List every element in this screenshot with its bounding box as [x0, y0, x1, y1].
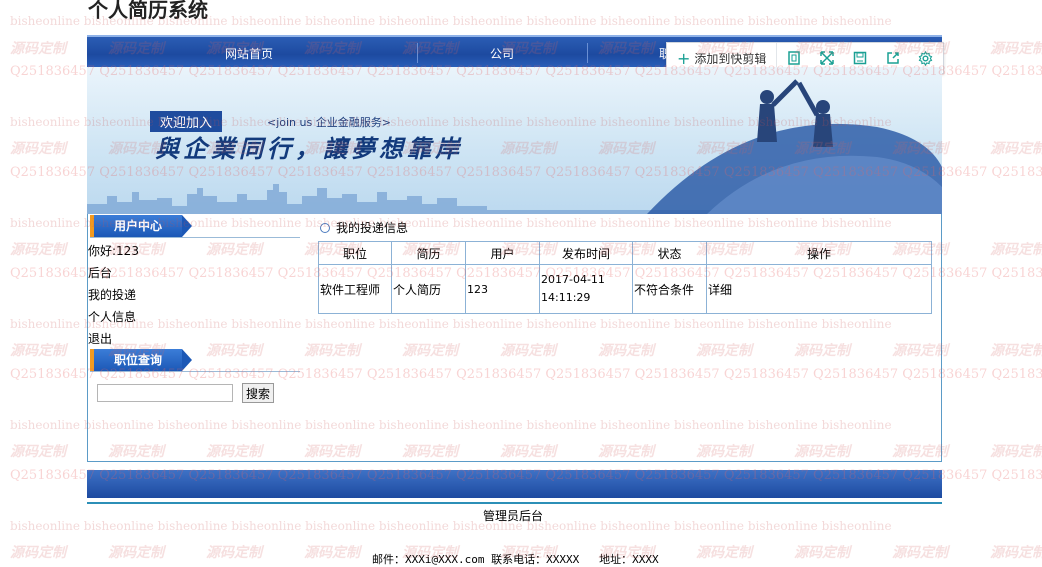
- sidebar-link-admin[interactable]: 后台: [88, 264, 112, 281]
- cell-position: 软件工程师: [318, 264, 392, 314]
- circle-bullet-icon: [320, 222, 330, 233]
- banner: 欢迎加入 <join us 企业金融服务> 與企業同行，讓夢想靠岸: [87, 67, 942, 214]
- section-title: 我的投递信息: [336, 221, 409, 235]
- section-heading: 我的投递信息: [320, 219, 408, 236]
- user-greeting: 你好:123: [88, 244, 139, 258]
- bottom-bar: [87, 470, 942, 498]
- window-icon: [788, 51, 800, 65]
- cell-actions: 详细: [706, 264, 932, 314]
- divider: [90, 237, 300, 238]
- nav-home[interactable]: 网站首页: [225, 45, 273, 62]
- plus-icon: +: [677, 48, 691, 68]
- nav-company[interactable]: 公司: [490, 45, 514, 62]
- job-search-input[interactable]: [97, 384, 233, 402]
- save-icon: [853, 51, 867, 65]
- expand-icon: [820, 51, 834, 65]
- nav-divider: [587, 43, 588, 63]
- cell-resume: 个人简历: [391, 264, 466, 314]
- publish-clock: 14:11:29: [541, 291, 591, 304]
- sidebar-link-logout[interactable]: 退出: [88, 330, 112, 347]
- add-to-clip-label: 添加到快剪辑: [694, 51, 767, 66]
- job-search-heading: 职位查询: [90, 349, 192, 371]
- page-title: 个人简历系统: [88, 0, 208, 22]
- watermark-text: bisheonline bisheonline bisheonline bish…: [10, 519, 892, 533]
- publish-date: 2017-04-11: [541, 273, 605, 286]
- search-button[interactable]: 搜索: [242, 383, 275, 403]
- cell-user: 123: [465, 264, 540, 314]
- content-area: 用户中心 你好:123 后台 我的投递 个人信息 退出 职位查询 搜索 我的投递…: [87, 214, 942, 462]
- sidebar-link-my-applications[interactable]: 我的投递: [88, 286, 136, 303]
- banner-join-subtitle: <join us 企业金融服务>: [267, 116, 391, 129]
- column-header-user: 用户: [465, 241, 540, 265]
- column-header-position: 职位: [318, 241, 392, 265]
- divider: [90, 371, 300, 372]
- column-header-actions: 操作: [706, 241, 932, 265]
- settings-icon: [919, 50, 933, 66]
- column-header-publish-time: 发布时间: [539, 241, 633, 265]
- table-row: 软件工程师 个人简历 123 2017-04-11 14:11:29 不符合条件…: [318, 264, 932, 314]
- cell-status: 不符合条件: [632, 264, 707, 314]
- table-header-row: 职位 简历 用户 发布时间 状态 操作: [318, 241, 932, 265]
- applications-table: 职位 简历 用户 发布时间 状态 操作 软件工程师 个人简历 123 2017-…: [318, 241, 932, 314]
- column-header-resume: 简历: [391, 241, 466, 265]
- cell-publish-time: 2017-04-11 14:11:29: [539, 264, 633, 314]
- hilltop-figures-image: [647, 79, 942, 214]
- banner-slogan: 與企業同行，讓夢想靠岸: [155, 134, 463, 163]
- bottom-divider: [87, 502, 942, 504]
- nav-divider: [417, 43, 418, 63]
- column-header-status: 状态: [632, 241, 707, 265]
- admin-backend-link[interactable]: 管理员后台: [483, 507, 543, 524]
- details-link[interactable]: 详细: [708, 283, 732, 297]
- sidebar-link-profile[interactable]: 个人信息: [88, 308, 136, 325]
- share-icon: [887, 52, 899, 64]
- user-center-heading: 用户中心: [90, 215, 192, 237]
